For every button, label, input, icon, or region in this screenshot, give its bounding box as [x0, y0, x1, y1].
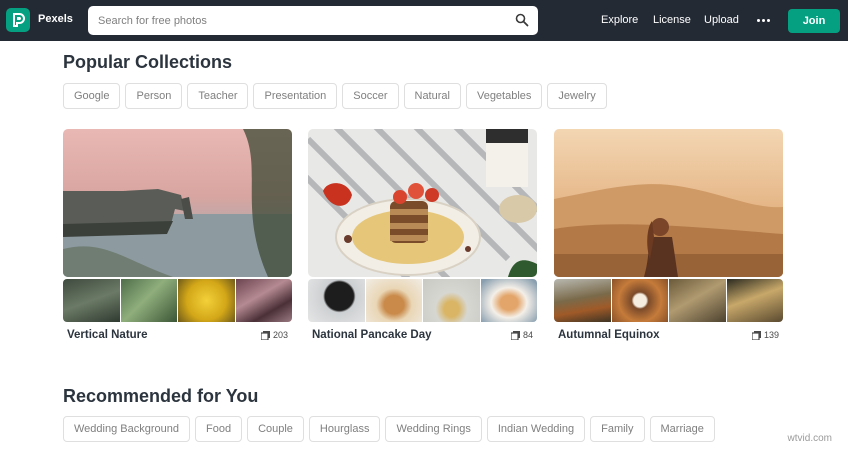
recommended-heading: Recommended for You [63, 386, 259, 406]
popular-collections-heading: Popular Collections [63, 52, 233, 72]
collection-thumbnails [554, 279, 783, 322]
collection-count-value: 203 [272, 330, 288, 340]
collection-title[interactable]: Autumnal Equinox [558, 329, 660, 341]
more-options-icon[interactable] [755, 13, 771, 27]
top-navigation-bar: Pexels Explore License Upload Join [0, 0, 848, 41]
thumbnail-image[interactable] [726, 279, 783, 322]
collection-card-vertical-nature[interactable]: Vertical Nature 203 [63, 129, 292, 349]
thumbnail-image[interactable] [423, 279, 480, 322]
tag-person[interactable]: Person [125, 83, 183, 109]
collection-thumbnails [63, 279, 292, 322]
collection-cover-image[interactable] [63, 129, 292, 277]
collection-title[interactable]: National Pancake Day [312, 329, 432, 341]
tag-couple[interactable]: Couple [247, 416, 304, 442]
collection-thumbnails [308, 279, 537, 322]
thumbnail-image[interactable] [365, 279, 422, 322]
collection-card-national-pancake-day[interactable]: National Pancake Day 84 [308, 129, 537, 349]
tag-jewelry[interactable]: Jewelry [547, 83, 607, 109]
popular-tags: Google Person Teacher Presentation Socce… [63, 83, 607, 109]
thumbnail-image[interactable] [669, 279, 726, 322]
collection-stack-icon [260, 330, 270, 340]
thumbnail-image[interactable] [235, 279, 292, 322]
tag-wedding-rings[interactable]: Wedding Rings [385, 416, 482, 442]
tag-google[interactable]: Google [63, 83, 121, 109]
collection-stack-icon [510, 330, 520, 340]
tag-family[interactable]: Family [590, 416, 645, 442]
nav-license-link[interactable]: License [653, 14, 691, 26]
collection-count: 84 [510, 330, 533, 340]
pexels-logo-icon[interactable] [6, 8, 30, 32]
tag-teacher[interactable]: Teacher [187, 83, 249, 109]
collection-count: 139 [751, 330, 779, 340]
tag-marriage[interactable]: Marriage [649, 416, 715, 442]
recommended-tags: Wedding Background Food Couple Hourglass… [63, 416, 715, 442]
tag-presentation[interactable]: Presentation [253, 83, 338, 109]
thumbnail-image[interactable] [120, 279, 177, 322]
tag-wedding-background[interactable]: Wedding Background [63, 416, 190, 442]
collection-cover-image[interactable] [554, 129, 783, 277]
collection-title[interactable]: Vertical Nature [67, 329, 148, 341]
tag-natural[interactable]: Natural [403, 83, 461, 109]
tag-hourglass[interactable]: Hourglass [308, 416, 381, 442]
join-button[interactable]: Join [788, 9, 840, 33]
tag-indian-wedding[interactable]: Indian Wedding [486, 416, 586, 442]
thumbnail-image[interactable] [554, 279, 611, 322]
search-bar [88, 6, 538, 35]
thumbnail-image[interactable] [178, 279, 235, 322]
search-icon[interactable] [515, 13, 529, 27]
collection-cover-image[interactable] [308, 129, 537, 277]
collection-count: 203 [260, 330, 288, 340]
thumbnail-image[interactable] [63, 279, 120, 322]
tag-food[interactable]: Food [194, 416, 243, 442]
tag-vegetables[interactable]: Vegetables [465, 83, 543, 109]
search-input[interactable] [88, 6, 508, 35]
collection-card-autumnal-equinox[interactable]: Autumnal Equinox 139 [554, 129, 783, 349]
collection-stack-icon [751, 330, 761, 340]
collection-count-value: 84 [522, 330, 533, 340]
nav-upload-link[interactable]: Upload [704, 14, 739, 26]
thumbnail-image[interactable] [611, 279, 668, 322]
thumbnail-image[interactable] [308, 279, 365, 322]
nav-explore-link[interactable]: Explore [601, 14, 638, 26]
brand-name[interactable]: Pexels [38, 13, 73, 25]
collection-count-value: 139 [763, 330, 779, 340]
tag-soccer[interactable]: Soccer [342, 83, 399, 109]
watermark-text: wtvid.com [787, 433, 832, 444]
thumbnail-image[interactable] [480, 279, 537, 322]
